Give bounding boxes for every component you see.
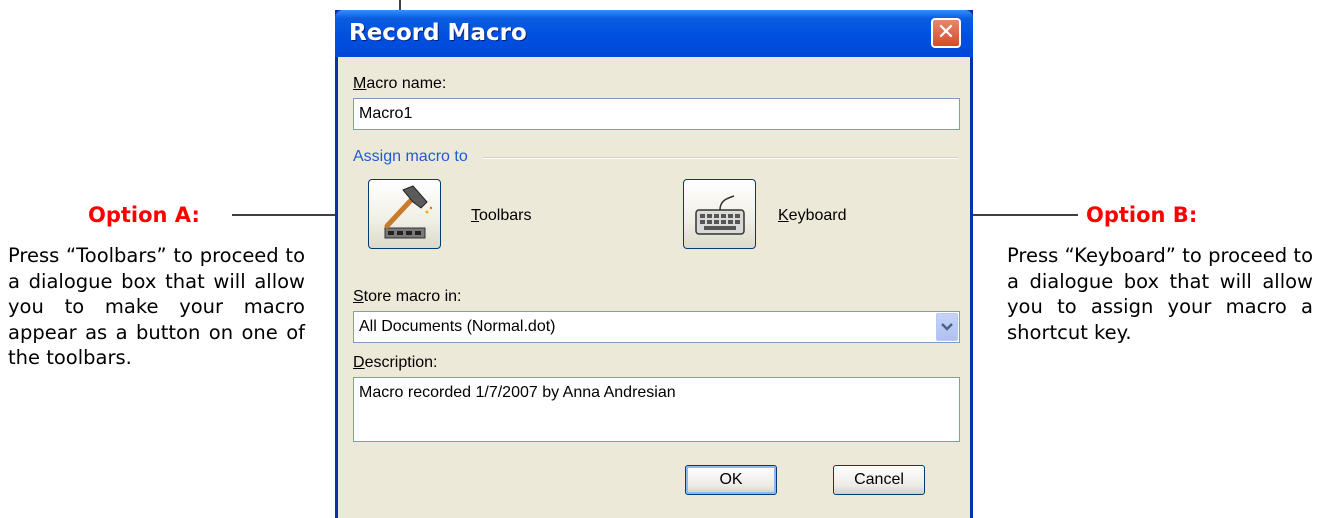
option-a-title: Option A: xyxy=(88,203,200,227)
option-b-title: Option B: xyxy=(1086,203,1198,227)
option-a-description: Press “Toolbars” to proceed to a dialogu… xyxy=(8,244,305,369)
close-icon: ✕ xyxy=(936,20,956,45)
store-macro-value: All Documents (Normal.dot) xyxy=(359,318,556,335)
dialog-title: Record Macro xyxy=(349,20,527,46)
store-macro-label: Store macro in: xyxy=(353,288,462,305)
description-label: Description: xyxy=(353,354,438,371)
assign-macro-group-label: Assign macro to xyxy=(353,148,468,165)
close-button[interactable]: ✕ xyxy=(931,18,961,48)
keyboard-label[interactable]: Keyboard xyxy=(778,207,847,225)
keyboard-button[interactable] xyxy=(683,179,756,249)
hammer-toolbar-icon xyxy=(384,185,433,239)
macro-name-value: Macro1 xyxy=(359,105,413,122)
dropdown-button[interactable] xyxy=(936,313,958,341)
toolbars-label[interactable]: Toolbars xyxy=(471,207,531,225)
macro-name-input[interactable]: Macro1 xyxy=(353,98,960,130)
macro-name-label: Macro name: xyxy=(353,75,447,92)
group-divider xyxy=(483,157,958,159)
description-value: Macro recorded 1/7/2007 by Anna Andresia… xyxy=(359,384,676,401)
record-macro-dialog: Record Macro ✕ Macro name: Macro1 Assign… xyxy=(335,10,973,518)
option-b-description: Press “Keyboard” to proceed to a dialogu… xyxy=(1007,244,1313,344)
cancel-button[interactable]: Cancel xyxy=(833,465,925,495)
keyboard-icon xyxy=(695,195,745,235)
chevron-down-icon xyxy=(941,323,953,331)
title-bar[interactable]: Record Macro ✕ xyxy=(335,10,973,57)
store-macro-select[interactable]: All Documents (Normal.dot) xyxy=(353,311,960,343)
description-textarea[interactable]: Macro recorded 1/7/2007 by Anna Andresia… xyxy=(353,377,960,442)
dialog-body: Macro name: Macro1 Assign macro to Toolb… xyxy=(338,57,970,518)
ok-button[interactable]: OK xyxy=(685,465,777,495)
toolbars-button[interactable] xyxy=(368,179,441,249)
